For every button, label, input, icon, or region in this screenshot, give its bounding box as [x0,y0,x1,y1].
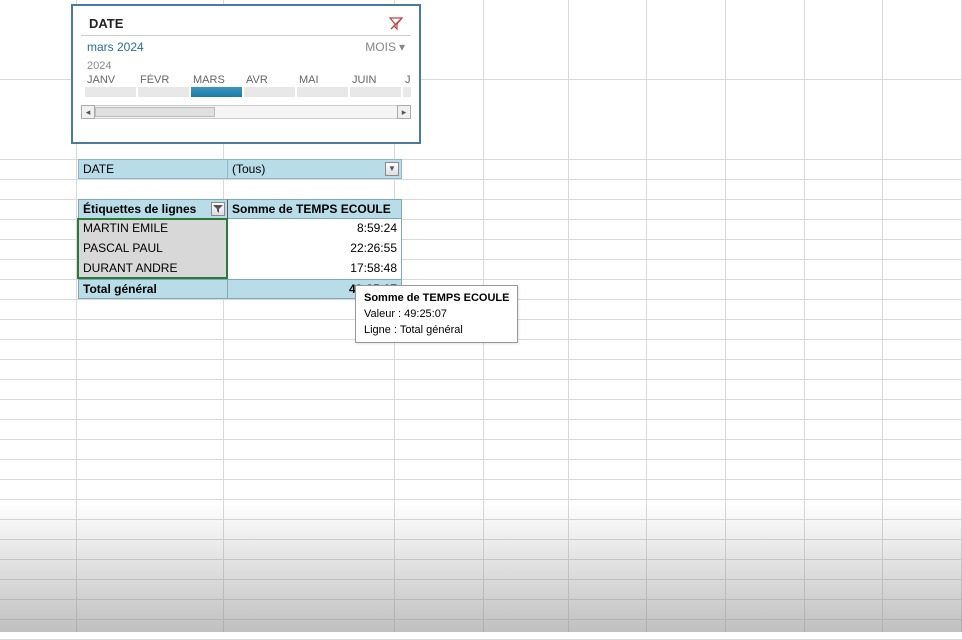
slicer-bar-avr[interactable] [244,87,297,97]
pivot-row-label[interactable]: MARTIN EMILE [78,219,228,239]
pivot-table: Étiquettes de lignes Somme de TEMPS ECOU… [78,199,402,299]
tooltip-title: Somme de TEMPS ECOULE [364,290,509,306]
slicer-year-label: 2024 [73,56,419,74]
slicer-month-label: JUIN [350,74,403,86]
slicer-granularity-dropdown[interactable]: MOIS ▾ [365,40,405,54]
pivot-row-label[interactable]: DURANT ANDRE [78,259,228,279]
slicer-bar-mai[interactable] [297,87,350,97]
pivot-row-value[interactable]: 22:26:55 [228,239,402,259]
slicer-selected-period: mars 2024 [87,40,144,54]
pivot-row-value[interactable]: 17:58:48 [228,259,402,279]
dropdown-icon[interactable]: ▼ [385,162,399,176]
pivot-data-row: PASCAL PAUL 22:26:55 [78,239,402,259]
slicer-title: DATE [89,16,123,31]
filter-dropdown-icon[interactable] [211,202,225,216]
pivot-value-header[interactable]: Somme de TEMPS ECOULE [228,199,402,219]
slicer-timeline-bars[interactable] [73,86,419,97]
pivot-total-label[interactable]: Total général [78,279,228,299]
scroll-left-button[interactable]: ◂ [81,105,95,119]
pivot-filter-value-cell[interactable]: (Tous) ▼ [228,159,402,179]
pivot-filter-value-text: (Tous) [232,162,265,176]
scrollbar-thumb[interactable] [95,107,215,117]
clear-filter-icon[interactable] [389,17,403,31]
slicer-bar-janv[interactable] [85,87,138,97]
pivot-data-row: DURANT ANDRE 17:58:48 [78,259,402,279]
slicer-month-label: MARS [191,74,244,86]
slicer-month-label: AVR [244,74,297,86]
slicer-month-label: JANV [85,74,138,86]
chevron-down-icon: ▾ [399,40,405,54]
slicer-month-labels: JANV FÉVR MARS AVR MAI JUIN J [73,74,419,86]
slicer-bar-mars[interactable] [191,87,244,97]
timeline-slicer[interactable]: DATE mars 2024 MOIS ▾ 2024 JANV FÉVR MAR… [71,4,421,144]
slicer-month-label: MAI [297,74,350,86]
pivot-data-row: MARTIN EMILE 8:59:24 [78,219,402,239]
slicer-bar-juil[interactable] [403,87,413,97]
scrollbar-track[interactable] [95,105,397,119]
pivot-row-label[interactable]: PASCAL PAUL [78,239,228,259]
pivot-row-labels-header[interactable]: Étiquettes de lignes [78,199,228,219]
slicer-bar-fevr[interactable] [138,87,191,97]
tooltip-value-line: Valeur : 49:25:07 [364,306,509,322]
slicer-month-label: J [403,74,419,86]
pivot-value-tooltip: Somme de TEMPS ECOULE Valeur : 49:25:07 … [355,285,518,343]
slicer-month-label: FÉVR [138,74,191,86]
pivot-row-value[interactable]: 8:59:24 [228,219,402,239]
pivot-report-filter: DATE (Tous) ▼ [78,159,402,179]
slicer-bar-juin[interactable] [350,87,403,97]
tooltip-row-line: Ligne : Total général [364,322,509,338]
pivot-filter-field-name: DATE [78,159,228,179]
scroll-right-button[interactable]: ▸ [397,105,411,119]
pivot-grand-total-row: Total général 49:25:07 [78,279,402,299]
slicer-scrollbar[interactable]: ◂ ▸ [81,105,411,119]
